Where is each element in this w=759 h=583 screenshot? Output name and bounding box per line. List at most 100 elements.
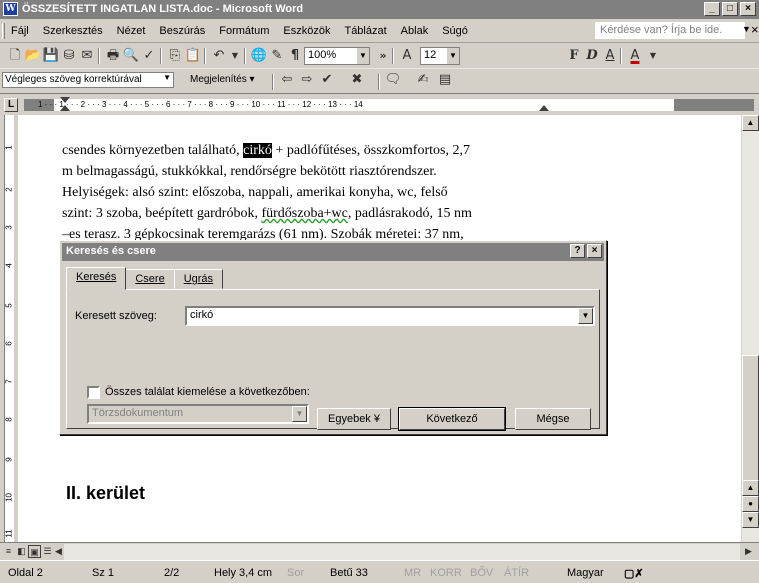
toolbar-separator <box>620 48 622 64</box>
vertical-ruler[interactable]: 1 2 3 4 5 6 7 8 9 10 11 <box>0 115 18 542</box>
menubar-grip[interactable] <box>2 23 5 39</box>
undo-dropdown-icon[interactable]: ▼ <box>226 47 244 65</box>
tab-selector-button[interactable]: L <box>4 98 18 112</box>
next-change-icon[interactable]: ⇨ <box>298 71 316 89</box>
font-size-value: 12 <box>424 49 437 61</box>
previous-page-button[interactable]: ▲ <box>742 480 759 496</box>
chevron-down-icon[interactable]: ▼ <box>357 48 369 64</box>
restore-button[interactable]: □ <box>722 2 738 16</box>
tab-replace[interactable]: Csere <box>125 269 175 289</box>
close-document-button[interactable]: × <box>751 22 759 37</box>
paste-icon[interactable]: 📋 <box>184 47 202 65</box>
copy-icon[interactable]: ⎘ <box>166 47 184 65</box>
previous-change-icon[interactable]: ⇦ <box>278 71 296 89</box>
next-page-button[interactable]: ▼ <box>742 512 759 528</box>
dialog-help-button[interactable]: ? <box>570 244 585 258</box>
status-extend[interactable]: BŐV <box>470 567 493 579</box>
toolbar-options-icon[interactable]: » <box>374 47 392 65</box>
reviewing-pane-icon[interactable]: ▤ <box>436 71 454 89</box>
help-dropdown-icon[interactable]: ▼ <box>742 24 751 34</box>
styles-icon[interactable]: A <box>398 47 416 65</box>
accept-change-icon[interactable]: ✔ <box>318 71 336 89</box>
open-folder-icon[interactable]: 📂 <box>24 47 42 65</box>
permission-icon[interactable]: ⛁ <box>60 47 78 65</box>
insert-comment-icon[interactable]: 🗨 <box>384 71 402 89</box>
menu-item-5[interactable]: Eszközök <box>283 25 330 37</box>
tab-find[interactable]: Keresés <box>66 267 127 290</box>
show-formatting-icon[interactable]: ¶ <box>286 47 304 65</box>
minimize-button[interactable]: _ <box>704 2 720 16</box>
left-indent-marker[interactable] <box>60 105 70 111</box>
status-position: Hely 3,4 cm <box>214 567 273 579</box>
status-language[interactable]: Magyar <box>567 567 604 579</box>
first-line-indent-marker[interactable] <box>60 97 70 103</box>
chevron-down-icon[interactable]: ▼ <box>163 73 171 82</box>
menu-item-7[interactable]: Ablak <box>401 25 429 37</box>
scroll-up-button[interactable]: ▲ <box>742 115 759 131</box>
chevron-down-icon[interactable]: ▼ <box>578 308 593 324</box>
horizontal-scrollbar[interactable] <box>64 544 740 560</box>
new-document-icon[interactable]: 🗋 <box>6 47 24 65</box>
scope-select[interactable]: Törzsdokumentum ▼ <box>87 404 309 424</box>
close-button[interactable]: × <box>740 2 756 16</box>
hyperlink-icon[interactable]: 🌐 <box>250 47 268 65</box>
menu-item-3[interactable]: Beszúrás <box>159 25 205 37</box>
vertical-scrollbar[interactable]: ▲ ▲ ● ▼ <box>741 115 759 542</box>
menu-item-6[interactable]: Táblázat <box>344 25 386 37</box>
menu-item-8[interactable]: Súgó <box>442 25 468 37</box>
show-menu-button[interactable]: Megjelenítés ▾ <box>190 74 255 85</box>
underline-icon[interactable]: A <box>601 47 619 65</box>
status-record-macro[interactable]: MR <box>404 567 421 579</box>
dialog-close-button[interactable]: × <box>587 244 602 258</box>
word-app-icon[interactable]: W <box>3 2 18 16</box>
vruler-number: 7 <box>4 379 14 384</box>
menu-item-4[interactable]: Formátum <box>219 25 269 37</box>
select-browse-object-button[interactable]: ● <box>742 496 759 512</box>
font-size-select[interactable]: 12 ▼ <box>420 47 460 65</box>
track-changes-icon[interactable]: ✍ <box>414 71 432 89</box>
right-indent-marker[interactable] <box>539 105 549 111</box>
cancel-button[interactable]: Mégse <box>515 408 591 430</box>
horizontal-ruler-bar: L 1 · · · 1 · · · 2 · · · 3 · · · 4 · · … <box>0 93 759 115</box>
spelling-icon[interactable]: ✓ <box>140 47 158 65</box>
find-next-button[interactable]: Következő <box>398 407 506 431</box>
save-icon[interactable]: 💾 <box>42 47 60 65</box>
print-preview-icon[interactable]: 🔍 <box>122 47 140 65</box>
toolbar-separator <box>244 48 246 64</box>
display-for-review-select[interactable]: Végleges szöveg korrektúrával ▼ <box>2 72 174 88</box>
menu-item-0[interactable]: Fájl <box>11 25 29 37</box>
status-track-changes[interactable]: KORR <box>430 567 462 579</box>
highlight-all-checkbox[interactable] <box>87 386 100 399</box>
reject-change-icon[interactable]: ✖ <box>348 71 366 89</box>
menu-item-2[interactable]: Nézet <box>117 25 146 37</box>
chevron-down-icon[interactable]: ▼ <box>292 406 307 422</box>
email-icon[interactable]: ✉ <box>78 47 96 65</box>
chevron-down-icon[interactable]: ▼ <box>447 48 459 64</box>
menu-item-1[interactable]: Szerkesztés <box>43 25 103 37</box>
print-layout-icon[interactable]: ▣ <box>28 545 41 558</box>
status-bar: Oldal 2 Sz 1 2/2 Hely 3,4 cm Sor Betű 33… <box>0 560 759 583</box>
drawing-icon[interactable]: ✎ <box>268 47 286 65</box>
vruler-number: 4 <box>4 263 14 268</box>
web-layout-icon[interactable]: ◧ <box>15 545 28 558</box>
status-overtype[interactable]: ÁTÍR <box>504 567 529 579</box>
vertical-ruler-track <box>4 115 14 542</box>
help-question-input[interactable]: Kérdése van? Írja be ide. <box>595 22 745 39</box>
search-input[interactable]: cirkó ▼ <box>185 306 595 326</box>
status-column: Betű 33 <box>330 567 368 579</box>
more-button[interactable]: Egyebek ¥ <box>317 408 391 430</box>
document-body[interactable]: csendes környezetben található, cirkó + … <box>62 140 562 245</box>
italic-icon[interactable]: D <box>583 47 601 65</box>
font-color-dropdown-icon[interactable]: ▼ <box>644 47 662 65</box>
zoom-select[interactable]: 100% ▼ <box>304 47 370 65</box>
font-color-icon[interactable]: A <box>626 47 644 65</box>
scroll-right-button[interactable]: ▶ <box>742 545 755 558</box>
normal-view-icon[interactable]: ≡ <box>2 545 15 558</box>
dialog-title-bar[interactable]: Keresés és csere ? × <box>62 243 604 261</box>
scope-value: Törzsdokumentum <box>92 407 184 419</box>
print-icon[interactable]: 🖶 <box>104 47 122 65</box>
horizontal-ruler[interactable]: 1 · · · 1 · · · 2 · · · 3 · · · 4 · · · … <box>24 97 754 111</box>
spelling-status-icon[interactable]: ▢✗ <box>624 567 644 580</box>
tab-goto[interactable]: Ugrás <box>173 269 224 289</box>
bold-icon[interactable]: F <box>565 47 583 65</box>
